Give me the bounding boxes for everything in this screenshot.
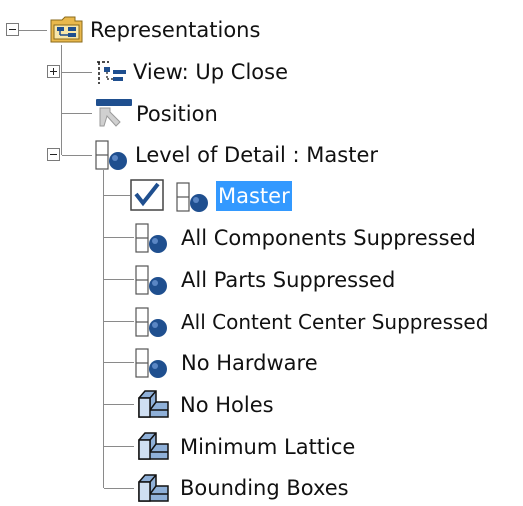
substitute-part-icon [136, 430, 174, 462]
tree-line [104, 404, 134, 405]
collapse-toggle-level-of-detail[interactable] [47, 148, 60, 161]
tree-line [104, 195, 130, 196]
tree-node-representations[interactable]: Representations [90, 15, 260, 45]
tree-node-lod-bounding-boxes[interactable]: Bounding Boxes [180, 473, 349, 503]
tree-node-level-of-detail[interactable]: Level of Detail : Master [135, 140, 378, 170]
tree-node-lod-no-hardware[interactable]: No Hardware [181, 348, 318, 378]
tree-line [104, 279, 134, 280]
tree-node-lod-no-holes[interactable]: No Holes [180, 390, 274, 420]
tree-line [62, 155, 92, 156]
tree-line [62, 113, 92, 114]
browser-tree: Representations View: Up Close Position [0, 0, 523, 506]
tree-node-view-up-close[interactable]: View: Up Close [133, 57, 288, 87]
tree-node-lod-all-components-suppressed[interactable]: All Components Suppressed [181, 223, 476, 253]
tree-line [104, 446, 134, 447]
level-of-detail-icon [134, 347, 172, 379]
substitute-part-icon [136, 472, 174, 504]
expand-toggle-view[interactable] [47, 65, 60, 78]
tree-line [103, 170, 104, 488]
tree-line [104, 237, 134, 238]
tree-line [104, 362, 134, 363]
level-of-detail-icon [175, 181, 213, 213]
level-of-detail-icon [134, 264, 172, 296]
level-of-detail-icon [134, 306, 172, 338]
level-of-detail-icon [134, 222, 172, 254]
representations-folder-icon [50, 14, 84, 44]
tree-node-lod-minimum-lattice[interactable]: Minimum Lattice [180, 432, 355, 462]
level-of-detail-icon [94, 139, 132, 171]
tree-node-position[interactable]: Position [136, 99, 218, 129]
tree-line [62, 72, 92, 73]
substitute-part-icon [136, 388, 174, 420]
active-checkmark-icon [130, 179, 164, 216]
tree-line [104, 488, 134, 489]
tree-line [19, 30, 47, 31]
tree-line [104, 321, 134, 322]
view-representation-icon [95, 57, 129, 87]
position-representation-icon [94, 98, 134, 128]
collapse-toggle-representations[interactable] [6, 23, 19, 36]
tree-node-lod-master[interactable]: Master [216, 181, 292, 211]
tree-line [61, 45, 62, 155]
tree-node-lod-all-parts-suppressed[interactable]: All Parts Suppressed [181, 265, 395, 295]
tree-node-lod-all-content-center-suppressed[interactable]: All Content Center Suppressed [181, 307, 488, 337]
